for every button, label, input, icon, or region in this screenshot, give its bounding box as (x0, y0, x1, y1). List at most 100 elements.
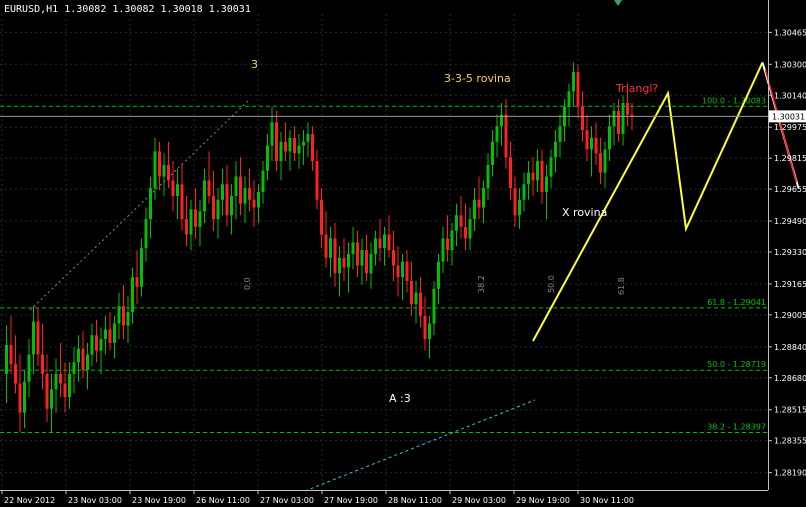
price-tick-label: 1.29815 (774, 154, 806, 163)
candle-body (153, 151, 157, 189)
time-tick-label: 30 Nov 11:00 (580, 496, 634, 505)
candle-body (185, 219, 188, 235)
candle-body (450, 230, 454, 251)
candle-body (95, 335, 98, 351)
candle-body (216, 199, 220, 220)
candle-body (428, 323, 431, 340)
candle-body (207, 180, 211, 196)
candle-body (473, 199, 476, 220)
candle-body (234, 176, 238, 196)
candle-body (212, 195, 215, 220)
candle-body (9, 344, 13, 365)
candle-body (72, 362, 76, 374)
candle-body (477, 199, 481, 208)
triangle-label: Triangl? (615, 82, 658, 95)
candle-body (599, 153, 602, 173)
candle-body (324, 234, 328, 258)
wave-335-label: 3-3-5 rovina (444, 72, 511, 85)
time-tick-label: 27 Nov 19:00 (324, 496, 378, 505)
candle-body (603, 149, 607, 173)
candle-body (108, 329, 112, 343)
candle-body (297, 145, 301, 154)
candle-body (626, 103, 629, 115)
candle-body (68, 373, 71, 398)
candle-body (374, 238, 377, 254)
candle-body (32, 321, 35, 355)
candle-body (396, 265, 400, 278)
candle-body (54, 373, 58, 390)
candle-body (446, 238, 449, 251)
chart-background (0, 0, 806, 507)
candle-body (243, 188, 247, 204)
candle-body (162, 164, 166, 177)
candle-body (41, 354, 44, 374)
candle-body (369, 253, 373, 274)
candle-body (180, 184, 184, 220)
candle-body (99, 339, 103, 351)
price-tick-label: 1.29655 (774, 185, 806, 194)
candle-body (14, 364, 17, 384)
price-tick-label: 1.28840 (774, 343, 806, 352)
time-tick-label: 23 Nov 03:00 (68, 496, 122, 505)
candle-body (567, 91, 571, 107)
candle-body (176, 184, 179, 196)
candle-body (198, 211, 202, 227)
candle-body (248, 188, 251, 200)
candle-body (549, 157, 553, 177)
candle-body (194, 209, 197, 227)
candle-body (171, 180, 175, 196)
candle-body (230, 195, 233, 216)
candle-body (608, 126, 611, 150)
candle-body (144, 219, 148, 249)
time-tick-label: 29 Nov 03:00 (452, 496, 506, 505)
candle-body (50, 389, 53, 409)
candle-body (554, 141, 557, 158)
candle-body (360, 250, 364, 266)
candle-body (122, 306, 125, 326)
candle-body (90, 335, 94, 355)
candle-body (495, 126, 499, 142)
candle-body (590, 137, 593, 150)
fib-time-label: 38.2 (477, 275, 486, 293)
x-flat-label: X rovina (562, 206, 607, 219)
candle-body (441, 238, 445, 262)
candle-body (342, 257, 346, 268)
time-tick-label: 22 Nov 2012 (4, 496, 55, 505)
candle-body (558, 126, 562, 142)
price-tick-label: 1.29165 (774, 280, 806, 289)
fib-level-label: 100.0 - 1.30083 (702, 96, 766, 105)
price-tick-label: 1.30140 (774, 91, 806, 100)
candle-body (288, 137, 292, 152)
time-tick-label: 27 Nov 03:00 (260, 496, 314, 505)
current-price-label: 1.30031 (772, 112, 805, 121)
candle-body (275, 122, 278, 162)
candle-body (104, 329, 107, 340)
candle-body (585, 130, 589, 150)
candle-body (27, 354, 31, 382)
price-tick-label: 1.30465 (774, 28, 806, 37)
candle-body (432, 288, 436, 324)
candle-body (383, 234, 386, 249)
candle-body (621, 103, 625, 134)
candle-body (468, 219, 472, 239)
price-tick-label: 1.28355 (774, 437, 806, 446)
candle-body (315, 161, 319, 200)
price-tick-label: 1.29975 (774, 123, 806, 132)
candle-body (486, 164, 490, 189)
wave-3-label: 3 (251, 58, 258, 71)
candle-body (581, 106, 584, 131)
candle-body (59, 373, 62, 384)
candle-body (522, 184, 526, 200)
candle-body (320, 199, 323, 235)
candle-body (455, 215, 458, 231)
candle-body (612, 110, 616, 127)
candle-body (5, 344, 8, 374)
price-tick-label: 1.29490 (774, 217, 806, 226)
symbol-header: EURUSD,H1 1.30082 1.30082 1.30018 1.3003… (4, 4, 251, 15)
candle-body (257, 192, 260, 208)
candlestick-chart[interactable]: 100.0 - 1.30083 61.8 - 1.29041 50.0 - 1.28… (0, 0, 806, 507)
candle-body (45, 373, 49, 409)
candle-body (513, 188, 517, 216)
price-tick-label: 1.28190 (774, 469, 806, 478)
candle-body (540, 161, 544, 193)
